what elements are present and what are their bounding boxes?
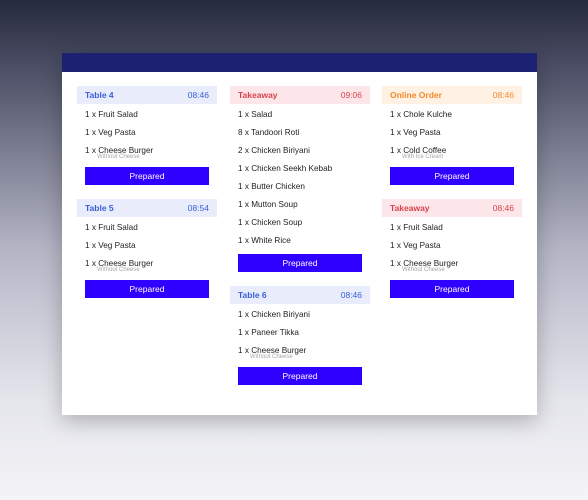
prepared-button[interactable]: Prepared bbox=[85, 280, 209, 298]
order-column-2: Takeaway 09:06 1 x Salad 8 x Tandoori Roti 2… bbox=[230, 86, 370, 399]
order-item-text: 1 x Veg Pasta bbox=[85, 241, 136, 250]
order-title: Table 6 bbox=[238, 290, 267, 300]
order-item-text: 1 x Chicken Seekh Kebab bbox=[238, 164, 333, 173]
order-item-note: Without Cheese bbox=[97, 154, 140, 160]
order-time: 08:46 bbox=[187, 90, 209, 100]
order-item: 1 x Cheese Burger Without Cheese bbox=[390, 259, 514, 274]
order-item: 1 x Chicken Seekh Kebab bbox=[238, 164, 362, 173]
order-item-text: 1 x White Rice bbox=[238, 236, 291, 245]
order-item: 1 x Paneer Tikka bbox=[238, 328, 362, 337]
prepared-button[interactable]: Prepared bbox=[85, 167, 209, 185]
order-item-note: Without Cheese bbox=[402, 267, 445, 273]
order-board: Table 4 08:46 1 x Fruit Salad 1 x Veg Pasta… bbox=[62, 72, 537, 415]
order-item: 1 x White Rice bbox=[238, 236, 362, 245]
prepared-button[interactable]: Prepared bbox=[238, 367, 362, 385]
order-item: 1 x Chicken Biriyani bbox=[238, 310, 362, 319]
order-time: 09:06 bbox=[340, 90, 362, 100]
order-title: Table 4 bbox=[85, 90, 114, 100]
order-item: 1 x Cheese Burger Without Cheese bbox=[238, 346, 362, 361]
order-title: Takeaway bbox=[238, 90, 278, 100]
order-card: Table 4 08:46 1 x Fruit Salad 1 x Veg Pasta… bbox=[77, 86, 217, 185]
order-items: 1 x Fruit Salad 1 x Veg Pasta 1 x Cheese B… bbox=[77, 217, 217, 274]
order-header: Table 4 08:46 bbox=[77, 86, 217, 104]
order-item-text: 1 x Chicken Biriyani bbox=[238, 310, 310, 319]
order-item: 1 x Fruit Salad bbox=[85, 223, 209, 232]
order-item-text: 2 x Chicken Biriyani bbox=[238, 146, 310, 155]
order-item-note: Without Cheese bbox=[250, 354, 293, 360]
order-time: 08:46 bbox=[492, 203, 514, 213]
order-item-text: 1 x Mutton Soup bbox=[238, 200, 298, 209]
order-card: Table 6 08:46 1 x Chicken Biriyani 1 x Pane… bbox=[230, 286, 370, 385]
order-item-text: 1 x Veg Pasta bbox=[390, 128, 441, 137]
order-header: Takeaway 09:06 bbox=[230, 86, 370, 104]
order-item: 1 x Fruit Salad bbox=[390, 223, 514, 232]
order-item: 1 x Veg Pasta bbox=[390, 241, 514, 250]
prepared-button[interactable]: Prepared bbox=[390, 167, 514, 185]
order-item: 1 x Veg Pasta bbox=[85, 241, 209, 250]
order-title: Table 5 bbox=[85, 203, 114, 213]
order-item: 1 x Cheese Burger Without Cheese bbox=[85, 146, 209, 161]
order-item-text: 1 x Veg Pasta bbox=[85, 128, 136, 137]
order-item-text: 1 x Fruit Salad bbox=[85, 223, 138, 232]
order-card: Table 5 08:54 1 x Fruit Salad 1 x Veg Pasta… bbox=[77, 199, 217, 298]
order-item-text: 1 x Fruit Salad bbox=[390, 223, 443, 232]
order-card: Takeaway 08:46 1 x Fruit Salad 1 x Veg Past… bbox=[382, 199, 522, 298]
order-item-note: With Ice Cream bbox=[402, 154, 444, 160]
order-item: 1 x Chole Kulche bbox=[390, 110, 514, 119]
order-header: Table 6 08:46 bbox=[230, 286, 370, 304]
kitchen-display-window: Table 4 08:46 1 x Fruit Salad 1 x Veg Pasta… bbox=[62, 53, 537, 415]
order-item-text: 1 x Veg Pasta bbox=[390, 241, 441, 250]
order-items: 1 x Chicken Biriyani 1 x Paneer Tikka 1 x … bbox=[230, 304, 370, 361]
order-time: 08:46 bbox=[492, 90, 514, 100]
prepared-button[interactable]: Prepared bbox=[238, 254, 362, 272]
order-header: Takeaway 08:46 bbox=[382, 199, 522, 217]
order-item-text: 1 x Fruit Salad bbox=[85, 110, 138, 119]
order-item: 1 x Chicken Soup bbox=[238, 218, 362, 227]
order-item: 1 x Butter Chicken bbox=[238, 182, 362, 191]
order-item: 1 x Salad bbox=[238, 110, 362, 119]
order-column-1: Table 4 08:46 1 x Fruit Salad 1 x Veg Pasta… bbox=[77, 86, 217, 312]
order-items: 1 x Fruit Salad 1 x Veg Pasta 1 x Cheese B… bbox=[382, 217, 522, 274]
order-header: Table 5 08:54 bbox=[77, 199, 217, 217]
order-item-text: 1 x Butter Chicken bbox=[238, 182, 305, 191]
order-item: 1 x Veg Pasta bbox=[390, 128, 514, 137]
order-header: Online Order 08:46 bbox=[382, 86, 522, 104]
order-card: Online Order 08:46 1 x Chole Kulche 1 x Veg… bbox=[382, 86, 522, 185]
order-items: 1 x Chole Kulche 1 x Veg Pasta 1 x Cold Co… bbox=[382, 104, 522, 161]
order-card: Takeaway 09:06 1 x Salad 8 x Tandoori Roti 2… bbox=[230, 86, 370, 272]
order-title: Online Order bbox=[390, 90, 442, 100]
order-item: 1 x Cheese Burger Without Cheese bbox=[85, 259, 209, 274]
order-item: 8 x Tandoori Roti bbox=[238, 128, 362, 137]
order-item: 1 x Veg Pasta bbox=[85, 128, 209, 137]
order-time: 08:54 bbox=[187, 203, 209, 213]
order-title: Takeaway bbox=[390, 203, 430, 213]
order-item-note: Without Cheese bbox=[97, 267, 140, 273]
order-item: 1 x Cold Coffee With Ice Cream bbox=[390, 146, 514, 161]
order-item: 2 x Chicken Biriyani bbox=[238, 146, 362, 155]
order-item-text: 1 x Chole Kulche bbox=[390, 110, 452, 119]
order-items: 1 x Fruit Salad 1 x Veg Pasta 1 x Cheese B… bbox=[77, 104, 217, 161]
order-item: 1 x Fruit Salad bbox=[85, 110, 209, 119]
order-column-3: Online Order 08:46 1 x Chole Kulche 1 x Veg… bbox=[382, 86, 522, 312]
order-item-text: 1 x Chicken Soup bbox=[238, 218, 303, 227]
order-time: 08:46 bbox=[340, 290, 362, 300]
order-item-text: 1 x Paneer Tikka bbox=[238, 328, 299, 337]
order-item: 1 x Mutton Soup bbox=[238, 200, 362, 209]
top-bar bbox=[62, 53, 537, 72]
order-item-text: 8 x Tandoori Roti bbox=[238, 128, 300, 137]
order-item-text: 1 x Salad bbox=[238, 110, 273, 119]
order-items: 1 x Salad 8 x Tandoori Roti 2 x Chicken Bi… bbox=[230, 104, 370, 245]
prepared-button[interactable]: Prepared bbox=[390, 280, 514, 298]
